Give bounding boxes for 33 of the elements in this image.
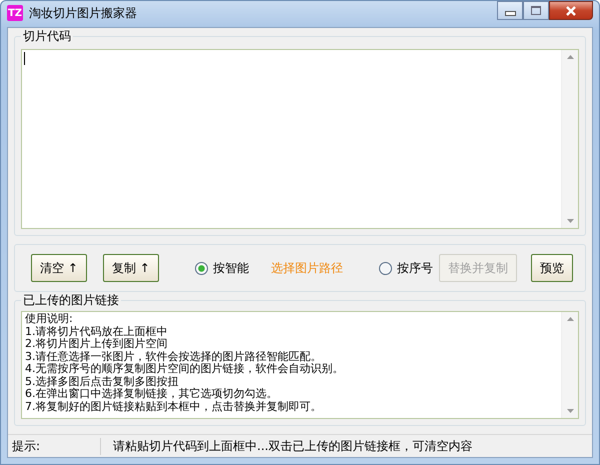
text-cursor	[24, 52, 25, 65]
scroll-down-arrow-icon[interactable]	[566, 219, 574, 223]
radio-button[interactable]	[194, 262, 208, 274]
close-icon	[566, 6, 576, 16]
close-button[interactable]	[549, 1, 593, 20]
scroll-down-arrow-icon[interactable]	[566, 409, 574, 413]
instruction-line: 4.无需按序号的顺序复制图片空间的图片链接，软件会自动识别。	[25, 363, 344, 376]
status-message: 请粘贴切片代码到上面框中...双击已上传的图片链接框，可清空内容	[112, 438, 472, 454]
window-title: 淘妆切片图片搬家器	[29, 4, 137, 22]
scrollbar[interactable]	[561, 312, 578, 418]
instruction-line: 1.请将切片代码放在上面框中	[25, 326, 168, 338]
action-button[interactable]: 预览	[531, 254, 573, 282]
instruction-line: 6.在弹出窗口中选择复制链接，其它选项切勿勾选。	[25, 388, 278, 400]
instruction-line: 3.请任意选择一张图片，软件会按选择的图片路径智能匹配。	[25, 350, 322, 362]
group-title: 切片代码	[21, 28, 73, 45]
status-label: 提示:	[8, 438, 101, 454]
instruction-line: 5.选择多图后点击复制多图按扭	[25, 376, 180, 388]
app-logo-icon: TZ	[7, 5, 23, 21]
radio-label[interactable]: 按智能	[212, 260, 249, 276]
scrollbar[interactable]	[561, 50, 578, 228]
scroll-up-arrow-icon[interactable]	[566, 317, 574, 321]
toolbar-button[interactable]: 清空 ↑	[31, 254, 87, 282]
radio-button[interactable]	[378, 262, 392, 274]
maximize-button[interactable]	[523, 1, 549, 20]
instruction-line: 使用说明:	[25, 313, 74, 326]
scroll-up-arrow-icon[interactable]	[566, 55, 574, 59]
minimize-button[interactable]	[497, 1, 523, 20]
toolbar-button[interactable]: 复制 ↑	[102, 254, 159, 282]
group-title: 已上传的图片链接	[21, 292, 121, 309]
links-input-field[interactable]: 使用说明: 1.请将切片代码放在上面框中 2.将切片图片上传到图片空间 3.请任意选择一张图片，软件会按选择的图片路径智能匹配。 4.无需按序号的顺序复制图片空间的图片链接，软件会自动识别。 5.选择多图后点击复制多图按扭 6.在弹出窗口中选择复制链接，其它选项切勿勾选。 7.将复制好的图片链接粘贴到本框中，点击替换并复制即可。	[21, 311, 579, 419]
radio-label[interactable]: 按序号	[396, 260, 433, 276]
instruction-line: 2.将切片图片上传到图片空间	[25, 338, 168, 350]
instruction-line: 7.将复制好的图片链接粘贴到本框中，点击替换并复制即可。	[25, 400, 322, 413]
